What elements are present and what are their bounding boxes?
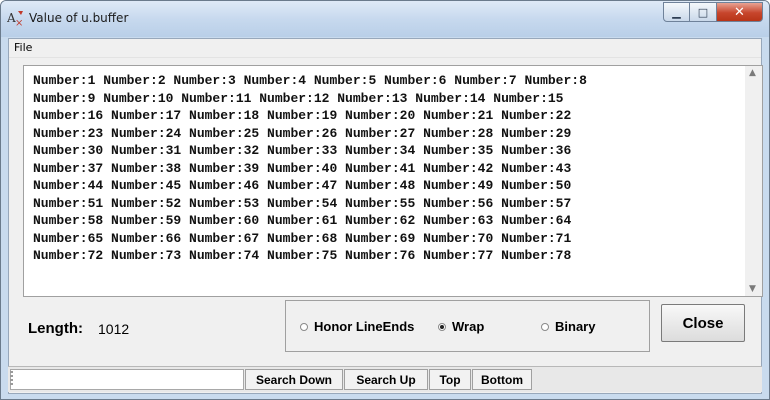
buffer-line: Number:30 Number:31 Number:32 Number:33 … <box>33 143 572 158</box>
binary-label: Binary <box>555 319 596 334</box>
buffer-line: Number:58 Number:59 Number:60 Number:61 … <box>33 213 572 228</box>
top-button[interactable]: Top <box>429 369 471 390</box>
resize-grip[interactable] <box>10 371 13 387</box>
buffer-line: Number:65 Number:66 Number:67 Number:68 … <box>33 230 572 246</box>
search-bar: Search Down Search Up Top Bottom <box>8 366 762 392</box>
buffer-text-area[interactable]: Number:1 Number:2 Number:3 Number:4 Numb… <box>23 65 763 297</box>
buffer-line: Number:1 Number:2 Number:3 Number:4 Numb… <box>33 73 587 88</box>
buffer-line: Number:72 Number:73 Number:74 Number:75 … <box>33 248 572 263</box>
font-icon: A × <box>7 11 23 27</box>
search-input[interactable] <box>10 369 244 390</box>
wrap-label: Wrap <box>452 319 485 334</box>
buffer-line: Number:9 Number:10 Number:11 Number:12 N… <box>33 90 564 106</box>
title-bar[interactable]: A × Value of u.buffer ▁ □ ✕ <box>1 1 769 37</box>
close-button[interactable]: Close <box>661 304 745 342</box>
buffer-line: Number:16 Number:17 Number:18 Number:19 … <box>33 108 572 123</box>
honor-lineends-radio[interactable] <box>300 322 308 331</box>
search-down-button[interactable]: Search Down <box>245 369 343 390</box>
wrap-radio[interactable] <box>438 322 446 331</box>
minimize-icon: ▁ <box>672 5 681 19</box>
bottom-button[interactable]: Bottom <box>472 369 532 390</box>
buffer-line: Number:37 Number:38 Number:39 Number:40 … <box>33 160 572 176</box>
option-binary[interactable]: Binary <box>541 319 595 334</box>
maximize-icon: □ <box>697 5 709 19</box>
client-area: File Number:1 Number:2 Number:3 Number:4… <box>8 38 763 394</box>
menu-bar: File <box>9 39 761 58</box>
buffer-line: Number:23 Number:24 Number:25 Number:26 … <box>33 125 572 141</box>
buffer-line: Number:51 Number:52 Number:53 Number:54 … <box>33 195 572 211</box>
window-title: Value of u.buffer <box>29 11 129 25</box>
close-icon: ✕ <box>734 4 745 20</box>
minimize-button[interactable]: ▁ <box>663 2 690 22</box>
svg-text:×: × <box>15 18 23 27</box>
maximize-button[interactable]: □ <box>690 2 717 22</box>
length-value: 1012 <box>98 321 130 337</box>
menu-file[interactable]: File <box>12 41 34 54</box>
option-wrap[interactable]: Wrap <box>438 319 484 334</box>
scroll-up-icon[interactable]: ▲ <box>749 68 756 78</box>
window: A × Value of u.buffer ▁ □ ✕ File Number:… <box>0 0 770 400</box>
binary-radio[interactable] <box>541 322 549 331</box>
buffer-line: Number:44 Number:45 Number:46 Number:47 … <box>33 178 572 193</box>
buffer-text: Number:1 Number:2 Number:3 Number:4 Numb… <box>33 72 733 265</box>
search-up-button[interactable]: Search Up <box>344 369 428 390</box>
caption-buttons: ▁ □ ✕ <box>663 2 763 22</box>
length-label: Length: <box>28 320 83 337</box>
option-honor-lineends[interactable]: Honor LineEnds <box>300 319 414 334</box>
scroll-down-icon[interactable]: ▼ <box>749 284 756 294</box>
honor-lineends-label: Honor LineEnds <box>314 319 415 334</box>
mode-options-group: Honor LineEnds Wrap Binary <box>285 300 650 352</box>
vertical-scrollbar[interactable]: ▲ ▼ <box>745 66 762 296</box>
window-close-button[interactable]: ✕ <box>717 2 763 22</box>
